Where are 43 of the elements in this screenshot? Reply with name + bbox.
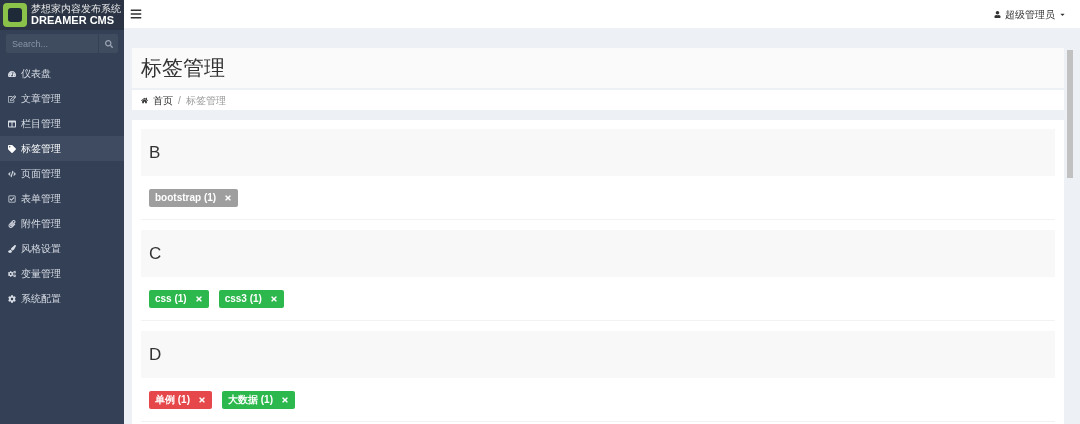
sidebar-item[interactable]: 栏目管理 — [0, 111, 124, 136]
gears-icon — [8, 269, 16, 278]
sidebar-item[interactable]: 文章管理 — [0, 86, 124, 111]
sidebar-item[interactable]: 风格设置 — [0, 236, 124, 261]
breadcrumb-item[interactable]: 首页 — [153, 92, 173, 108]
edit-icon — [8, 94, 16, 103]
sidebar-item[interactable]: 变量管理 — [0, 261, 124, 286]
dashboard-icon — [8, 69, 16, 78]
tag-label[interactable]: 单例 (1) — [149, 390, 212, 409]
home-icon — [141, 96, 148, 104]
code-icon — [8, 169, 16, 178]
sidebar-item[interactable]: 仪表盘 — [0, 61, 124, 86]
breadcrumb-separator: / — [178, 93, 181, 108]
logo-subtitle: DREAMER CMS — [31, 15, 116, 26]
remove-icon[interactable] — [198, 395, 206, 404]
sidebar-item[interactable]: 页面管理 — [0, 161, 124, 186]
search-field[interactable]: Search... — [6, 34, 98, 53]
tag-icon — [8, 144, 16, 153]
search-icon — [104, 39, 113, 48]
page-title: 标签管理 — [141, 55, 225, 82]
group-letter: D — [149, 343, 162, 366]
brush-icon — [8, 244, 16, 253]
breadcrumb-item: 标签管理 — [185, 93, 226, 108]
remove-icon[interactable] — [281, 395, 289, 404]
search-button[interactable] — [99, 34, 118, 53]
settings-icon — [8, 294, 16, 303]
logo-title: 梦想家内容发布系统 — [31, 4, 121, 14]
group-letter: C — [149, 242, 162, 265]
logo-icon — [3, 3, 27, 27]
remove-icon[interactable] — [269, 294, 278, 303]
user-menu[interactable]: 超级管理员 — [994, 6, 1066, 22]
sidebar-item[interactable]: 系统配置 — [0, 286, 124, 311]
remove-icon[interactable] — [224, 193, 233, 202]
sidebar-item[interactable]: 附件管理 — [0, 211, 124, 236]
remove-icon[interactable] — [194, 294, 203, 303]
user-icon — [994, 10, 1001, 18]
paperclip-icon — [8, 219, 16, 228]
checkbox-icon — [8, 194, 16, 203]
group-letter: B — [149, 141, 161, 164]
sidebar-item[interactable]: 表单管理 — [0, 186, 124, 211]
menu-icon[interactable] — [130, 8, 142, 20]
sidebar-item[interactable]: 标签管理 — [0, 136, 124, 161]
columns-icon — [8, 119, 16, 128]
